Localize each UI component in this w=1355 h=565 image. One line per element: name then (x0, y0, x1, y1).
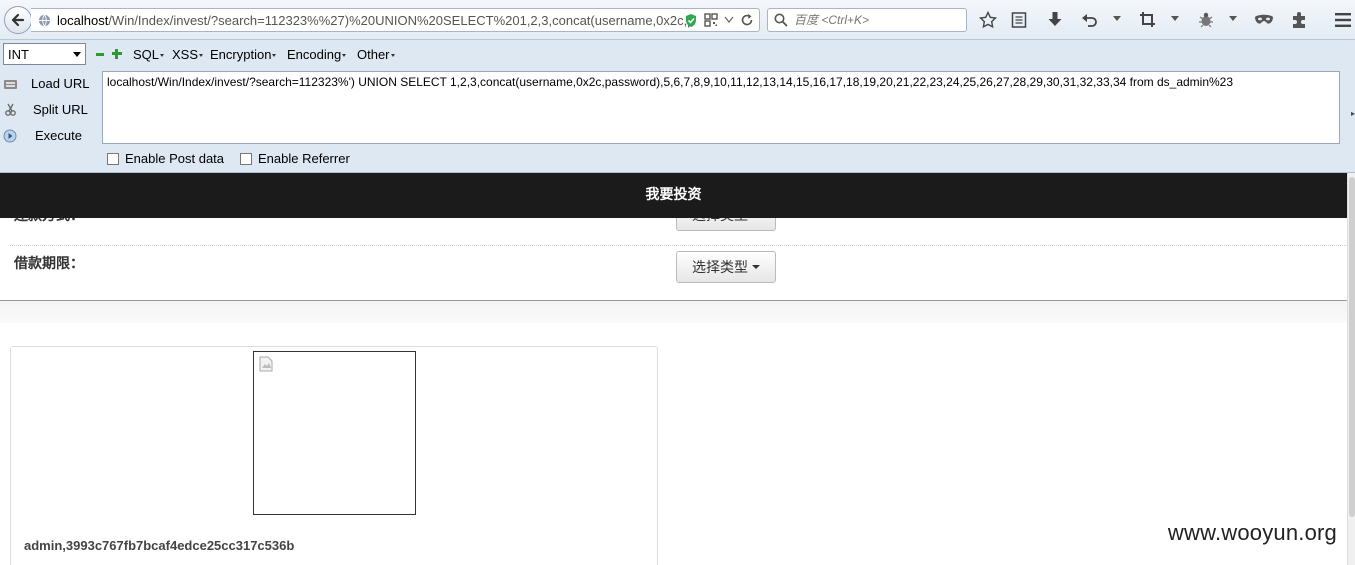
bookmark-star-icon[interactable] (978, 10, 998, 30)
split-url-label: Split URL (33, 102, 88, 117)
reading-list-icon[interactable] (1009, 10, 1029, 30)
investment-card: admin,3993c767fb7bcaf4edce25cc317c536b (10, 346, 658, 565)
enable-post-checkbox[interactable]: Enable Post data (107, 151, 224, 166)
menu-other[interactable]: Other (357, 47, 395, 62)
url-host: localhost (57, 13, 109, 28)
loan-term-type-dropdown[interactable]: 选择类型 (676, 251, 776, 283)
menu-sql-label: SQL (133, 47, 160, 62)
menu-other-label: Other (357, 47, 390, 62)
scissors-icon (5, 103, 16, 116)
reload-icon[interactable] (739, 12, 755, 28)
play-icon (3, 129, 17, 143)
menu-encryption[interactable]: Encryption (210, 47, 277, 62)
firebug-dropdown-icon[interactable] (1229, 16, 1237, 21)
web-page: 我要投资 还款方式： 选择类型 借款期限： 选择类型 admin,3993c76… (0, 173, 1347, 565)
browser-navbar: localhost/Win/Index/invest/?search=11232… (0, 0, 1355, 40)
execute-label: Execute (35, 128, 82, 143)
shield-icon[interactable] (683, 12, 699, 28)
hackbar-url-textarea[interactable]: localhost/Win/Index/invest/?search=11232… (102, 71, 1340, 144)
url-path: /Win/Index/invest/?search=112323%%27)%20… (108, 13, 695, 28)
chevron-down-icon (160, 54, 165, 58)
select-arrow-icon (73, 52, 81, 57)
url-text[interactable]: localhost/Win/Index/invest/?search=11232… (57, 13, 705, 28)
qr-code-icon[interactable] (703, 12, 719, 28)
chevron-down-icon (342, 54, 347, 58)
addons-puzzle-icon[interactable] (1290, 10, 1310, 30)
broken-image-icon (259, 356, 273, 372)
back-button[interactable] (4, 6, 32, 34)
page-scrollbar[interactable] (1347, 173, 1355, 565)
search-bar[interactable] (767, 8, 967, 32)
menu-encryption-label: Encryption (210, 47, 272, 62)
undo-icon[interactable] (1080, 10, 1100, 30)
row-divider (10, 245, 1347, 246)
url-dropdown-icon[interactable] (721, 12, 737, 28)
back-arrow-icon (11, 13, 25, 27)
menu-xss[interactable]: XSS (172, 47, 204, 62)
split-url-button[interactable]: Split URL (0, 99, 100, 121)
menu-hamburger-icon[interactable] (1333, 10, 1353, 30)
search-input[interactable] (794, 12, 962, 28)
globe-icon (38, 14, 51, 27)
page-header: 我要投资 (0, 173, 1347, 218)
increment-icon[interactable] (112, 49, 122, 59)
checkbox-box[interactable] (107, 153, 119, 165)
download-icon[interactable] (1045, 10, 1065, 30)
url-bar[interactable]: localhost/Win/Index/invest/?search=11232… (31, 8, 760, 32)
enable-referrer-label: Enable Referrer (258, 151, 350, 166)
section-spacer (0, 301, 1347, 323)
checkbox-box[interactable] (240, 153, 252, 165)
execute-button[interactable]: Execute (0, 125, 100, 147)
enable-post-label: Enable Post data (125, 151, 225, 166)
menu-xss-label: XSS (172, 47, 199, 62)
load-url-label: Load URL (31, 76, 90, 91)
int-select[interactable]: INT (3, 43, 86, 65)
injected-result-text: admin,3993c767fb7bcaf4edce25cc317c536b (24, 538, 295, 553)
menu-sql[interactable]: SQL (133, 47, 165, 62)
chevron-down-icon (752, 265, 760, 269)
chevron-down-icon (272, 54, 277, 58)
decrement-icon[interactable] (96, 53, 104, 56)
dropdown-label: 选择类型 (692, 260, 748, 276)
enable-referrer-checkbox[interactable]: Enable Referrer (240, 151, 350, 166)
load-url-icon (4, 80, 17, 89)
chevron-down-icon (390, 54, 395, 58)
product-image[interactable] (253, 351, 416, 515)
menu-encoding-label: Encoding (287, 47, 342, 62)
scrollbar-thumb[interactable] (1349, 177, 1355, 517)
crop-icon[interactable] (1138, 10, 1158, 30)
menu-encoding[interactable]: Encoding (287, 47, 347, 62)
chevron-down-icon (199, 54, 204, 58)
int-select-value: INT (8, 47, 29, 62)
search-icon (774, 13, 788, 27)
panel-scroll-arrow-icon[interactable]: ▸ (1351, 109, 1355, 118)
watermark: www.wooyun.org (1167, 520, 1337, 545)
crop-dropdown-icon[interactable] (1171, 16, 1179, 21)
hackbar-panel: INT SQL XSS Encryption Encoding Other Lo… (0, 40, 1355, 173)
undo-dropdown-icon[interactable] (1113, 16, 1121, 21)
mask-icon[interactable] (1254, 10, 1274, 30)
firebug-icon[interactable] (1196, 10, 1216, 30)
loan-term-label: 借款期限： (14, 256, 84, 272)
load-url-button[interactable]: Load URL (0, 73, 100, 95)
